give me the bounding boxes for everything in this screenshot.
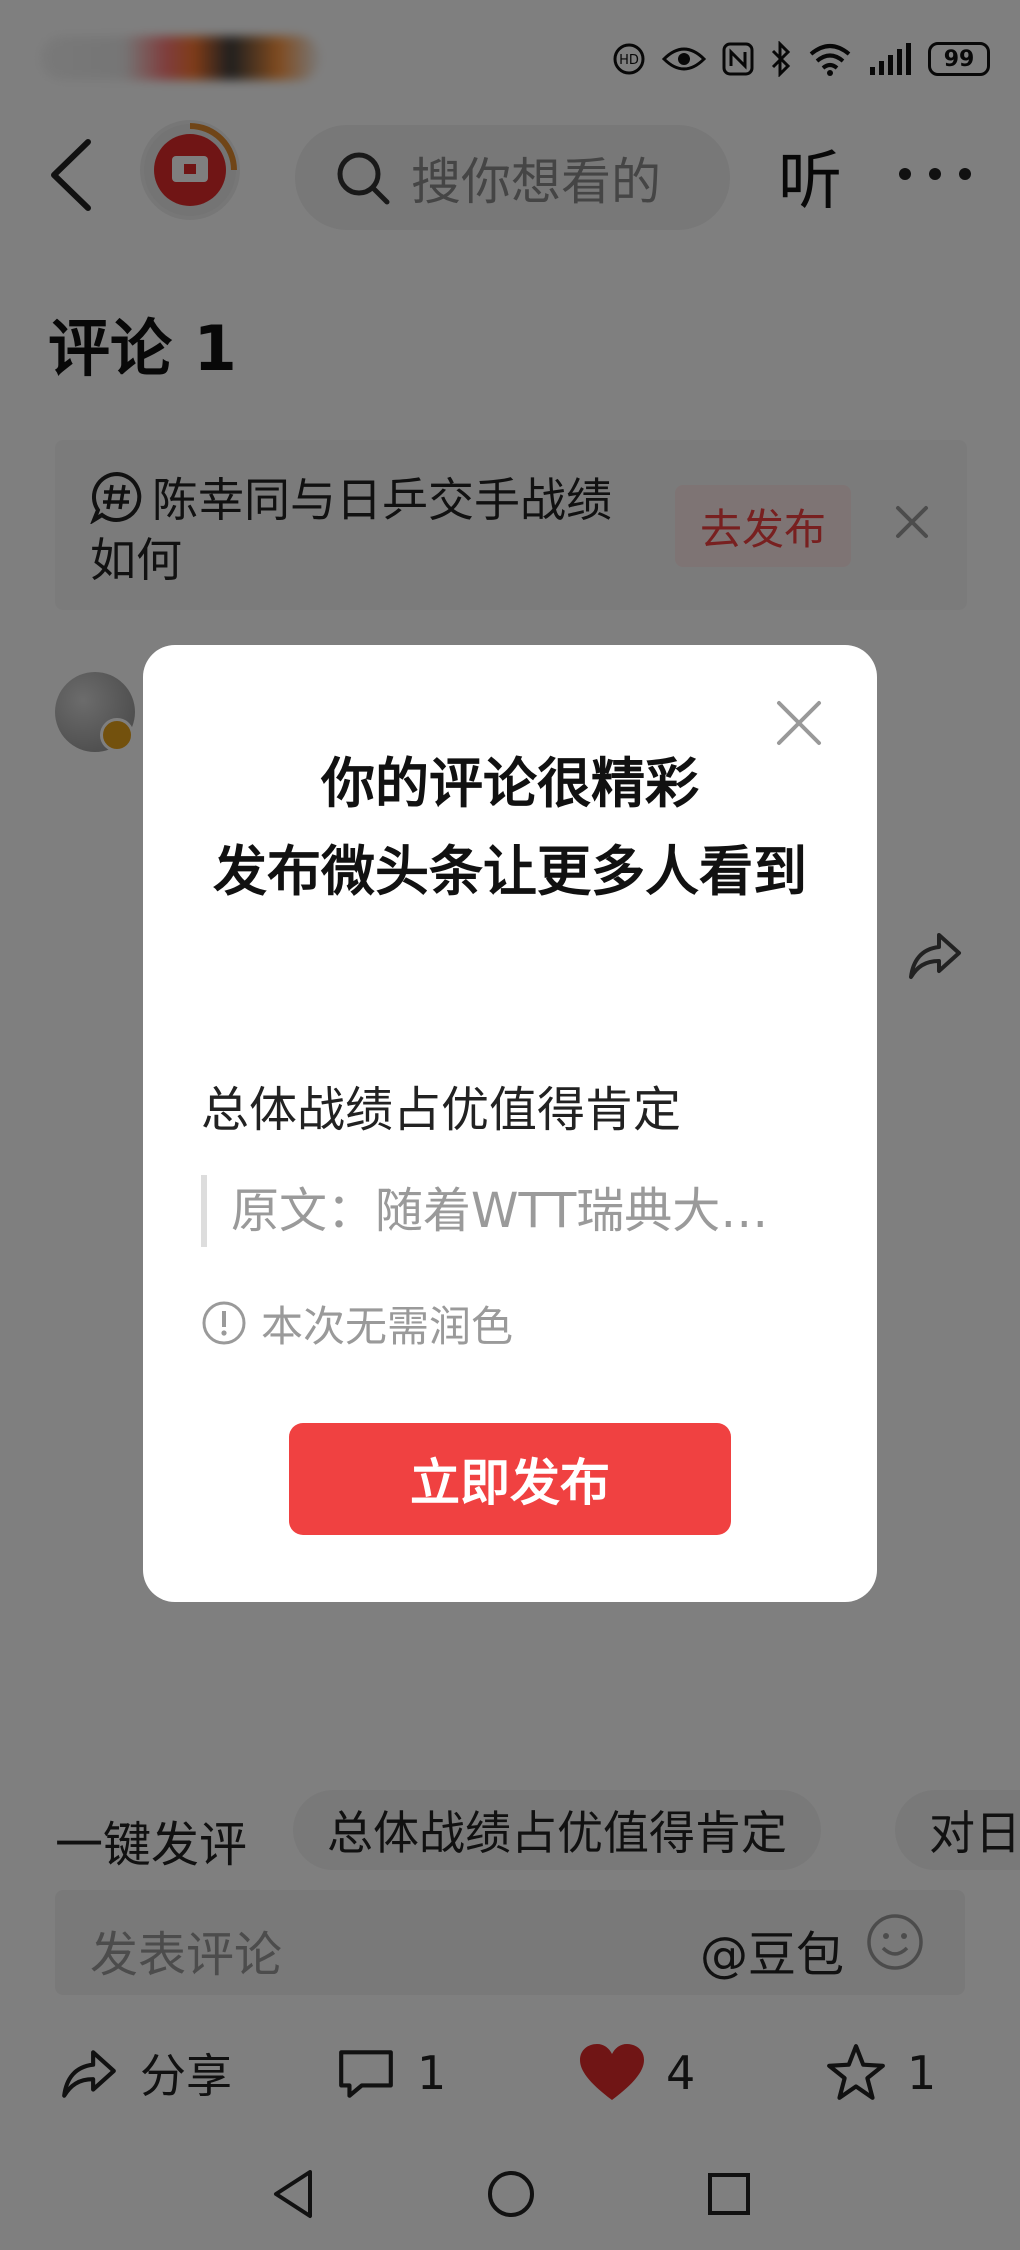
dialog-title: 你的评论很精彩 发布微头条让更多人看到 [183,740,837,916]
dialog-note-text: 本次无需润色 [261,1301,514,1351]
dialog-original-quote: 原文：随着WTT瑞典大… [201,1175,811,1247]
publish-now-button[interactable]: 立即发布 [289,1423,731,1535]
info-circle-icon [202,1301,246,1345]
dialog-comment-text: 总体战绩占优值得肯定 [201,1082,682,1138]
dialog-title-line1: 你的评论很精彩 [321,752,699,815]
publish-dialog: 你的评论很精彩 发布微头条让更多人看到 总体战绩占优值得肯定 原文：随着WTT瑞… [143,645,877,1602]
dialog-title-line2: 发布微头条让更多人看到 [213,840,807,903]
nav-dim-overlay [0,2138,1020,2250]
status-dim-overlay [0,0,1020,100]
dialog-note: 本次无需润色 [201,1295,513,1351]
